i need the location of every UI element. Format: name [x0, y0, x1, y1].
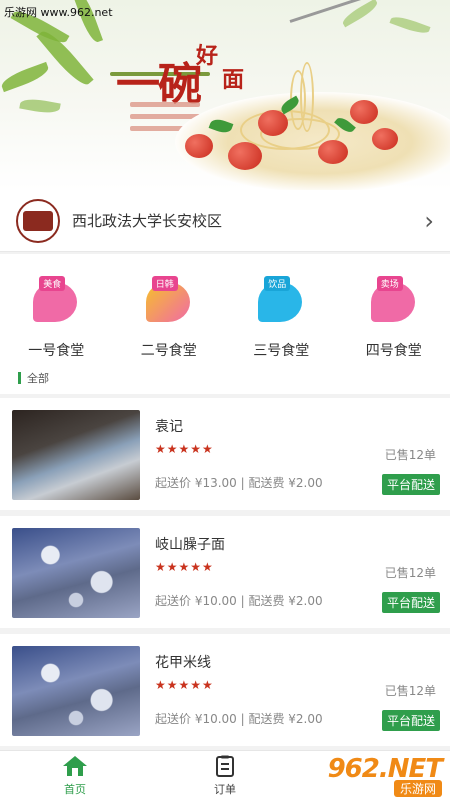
food-category-icon: 美食 — [29, 276, 83, 326]
tab-orders[interactable]: 订单 — [150, 751, 300, 800]
tab-home[interactable]: 首页 — [0, 751, 150, 800]
delivery-fee-info: 起送价 ¥10.00 | 配送费 ¥2.00 — [155, 712, 323, 726]
leaf-decoration — [19, 96, 61, 116]
leaf-decoration — [389, 13, 431, 37]
tomato-decoration — [372, 128, 398, 150]
category-label: 二号食堂 — [140, 343, 197, 359]
sold-count: 已售12单 — [384, 566, 436, 580]
banner-title-char: 面 — [222, 67, 245, 93]
sold-count: 已售12单 — [384, 684, 436, 698]
tomato-decoration — [185, 134, 213, 158]
platform-delivery-badge: 平台配送 — [381, 592, 440, 613]
sold-count: 已售12单 — [384, 448, 436, 462]
shop-name: 袁记 — [155, 419, 183, 435]
chevron-right-icon: › — [424, 206, 434, 235]
tab-label: 订单 — [214, 782, 236, 796]
shop-name: 岐山臊子面 — [155, 537, 225, 553]
category-label: 四号食堂 — [365, 343, 422, 359]
market-category-icon: 卖场 — [367, 276, 421, 326]
category-canteen-4[interactable]: 卖场 四号食堂 — [349, 276, 439, 362]
japanese-korean-category-icon: 日韩 — [142, 276, 196, 326]
tomato-decoration — [350, 100, 378, 124]
drinks-category-icon: 饮品 — [254, 276, 308, 326]
shop-thumbnail — [12, 410, 140, 500]
site-watermark: 乐游网 www.962.net — [4, 6, 113, 19]
section-header: 全部 — [0, 362, 450, 394]
shop-list-item[interactable]: 岐山臊子面 ★★★★★ 起送价 ¥10.00 | 配送费 ¥2.00 已售12单… — [0, 516, 450, 628]
site-logo-watermark: 962.NET 乐游网 — [327, 754, 443, 797]
delivery-fee-info: 起送价 ¥13.00 | 配送费 ¥2.00 — [155, 476, 323, 490]
section-marker — [18, 372, 21, 384]
section-title: 全部 — [27, 372, 49, 385]
campus-name: 西北政法大学长安校区 — [72, 212, 223, 230]
campus-selector[interactable]: 西北政法大学长安校区 › — [0, 190, 450, 252]
tomato-decoration — [228, 142, 262, 170]
canteen-categories: 美食 一号食堂 日韩 二号食堂 饮品 三号食堂 卖场 四号食堂 — [0, 254, 450, 362]
promo-banner[interactable]: 乐游网 www.962.net 一碗 好 面 — [0, 0, 450, 190]
home-icon — [63, 755, 87, 776]
platform-delivery-badge: 平台配送 — [381, 474, 440, 495]
rating-stars: ★★★★★ — [155, 442, 214, 456]
orders-icon — [216, 755, 234, 777]
rating-stars: ★★★★★ — [155, 560, 214, 574]
leaf-decoration — [0, 61, 51, 93]
tomato-decoration — [318, 140, 348, 164]
shop-thumbnail — [12, 646, 140, 736]
shop-list-item[interactable]: 袁记 ★★★★★ 起送价 ¥13.00 | 配送费 ¥2.00 已售12单 平台… — [0, 398, 450, 510]
category-canteen-3[interactable]: 饮品 三号食堂 — [236, 276, 326, 362]
delivery-fee-info: 起送价 ¥10.00 | 配送费 ¥2.00 — [155, 594, 323, 608]
category-label: 三号食堂 — [253, 343, 310, 359]
campus-logo — [16, 198, 60, 243]
category-label: 一号食堂 — [28, 343, 85, 359]
shop-name: 花甲米线 — [155, 655, 211, 671]
category-canteen-2[interactable]: 日韩 二号食堂 — [124, 276, 214, 362]
tab-label: 首页 — [64, 782, 86, 796]
rating-stars: ★★★★★ — [155, 678, 214, 692]
banner-title-char: 好 — [196, 43, 219, 69]
category-canteen-1[interactable]: 美食 一号食堂 — [11, 276, 101, 362]
platform-delivery-badge: 平台配送 — [381, 710, 440, 731]
shop-thumbnail — [12, 528, 140, 618]
shop-list-item[interactable]: 花甲米线 ★★★★★ 起送价 ¥10.00 | 配送费 ¥2.00 已售12单 … — [0, 634, 450, 746]
